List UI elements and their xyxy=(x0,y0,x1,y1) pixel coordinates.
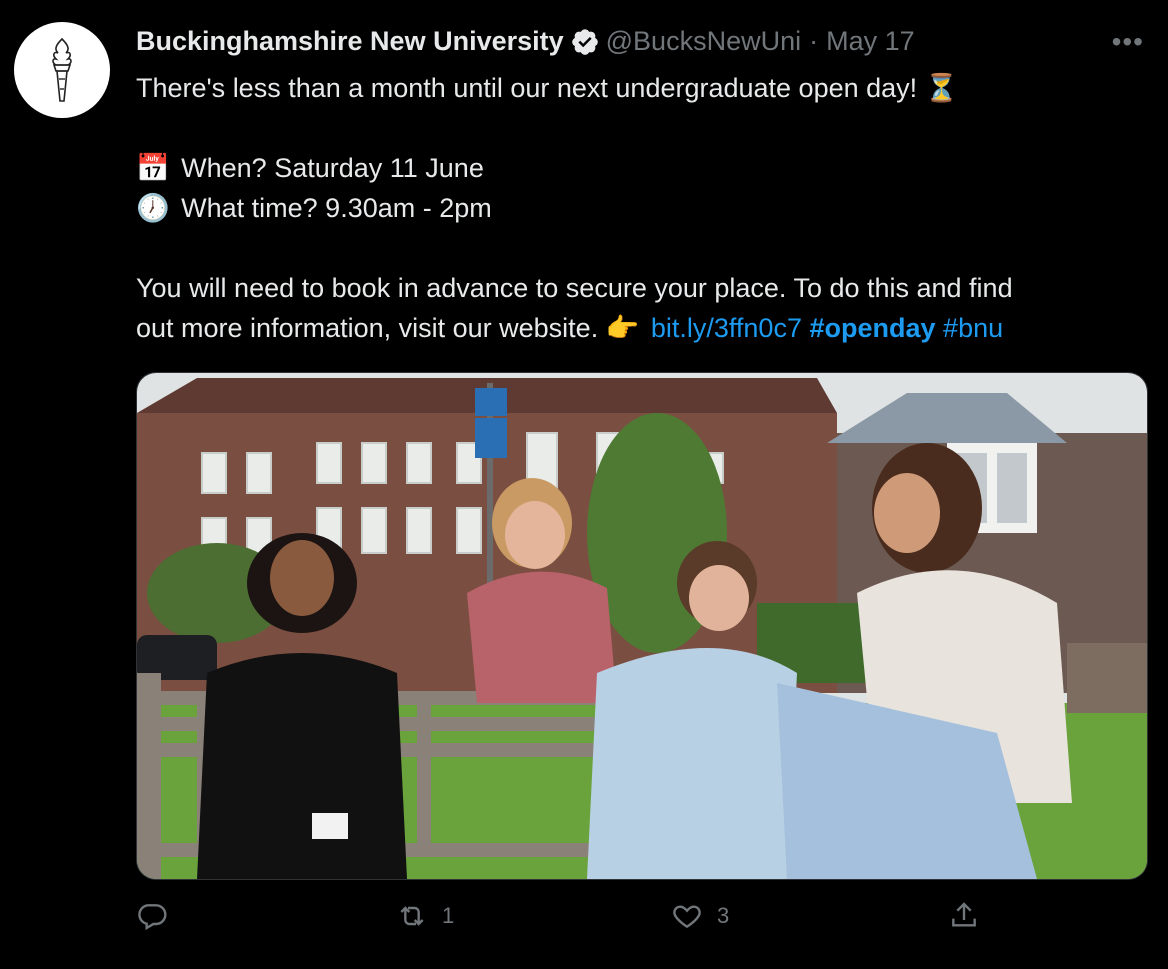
torch-logo-icon xyxy=(52,37,72,102)
hashtag-openday[interactable]: #openday xyxy=(809,313,935,343)
booking-text: You will need to book in advance to secu… xyxy=(136,273,1013,303)
tweet-header: Buckinghamshire New University @BucksNew… xyxy=(136,26,915,57)
retweet-count: 1 xyxy=(442,903,455,928)
header-separator: · xyxy=(809,26,819,56)
website-link[interactable]: bit.ly/3ffn0c7 xyxy=(651,313,802,343)
heart-icon xyxy=(673,905,701,929)
booking-text-continued: out more information, visit our website. xyxy=(136,313,599,343)
intro-text: There's less than a month until our next… xyxy=(136,73,918,103)
tweet: Buckinghamshire New University @BucksNew… xyxy=(0,0,1168,969)
share-button[interactable] xyxy=(948,900,980,932)
avatar[interactable] xyxy=(14,22,110,118)
tweet-text: There's less than a month until our next… xyxy=(136,68,1146,348)
tweet-date[interactable]: May 17 xyxy=(826,26,915,57)
reply-icon xyxy=(138,904,167,931)
when-text: When? Saturday 11 June xyxy=(181,153,484,183)
author-name[interactable]: Buckinghamshire New University xyxy=(136,26,564,57)
photo-scene xyxy=(137,373,1147,879)
text-line: 🕖 What time? 9.30am - 2pm xyxy=(136,188,1146,228)
like-count: 3 xyxy=(717,903,730,928)
text-line: 📅 When? Saturday 11 June xyxy=(136,148,1146,188)
hashtag-bnu[interactable]: #bnu xyxy=(943,313,1003,343)
time-text: What time? 9.30am - 2pm xyxy=(181,193,492,223)
text-line: There's less than a month until our next… xyxy=(136,68,1146,108)
calendar-icon: 📅 xyxy=(136,153,170,183)
like-button[interactable]: 3 xyxy=(671,900,729,932)
share-icon xyxy=(952,902,976,927)
pointing-hand-icon: 👉 xyxy=(605,313,640,343)
tweet-actions: 1 3 xyxy=(136,900,996,948)
text-line: out more information, visit our website.… xyxy=(136,308,1146,348)
text-line: You will need to book in advance to secu… xyxy=(136,268,1146,308)
clock-icon: 🕖 xyxy=(136,193,170,223)
author-handle[interactable]: @BucksNewUni xyxy=(606,26,801,57)
retweet-icon xyxy=(400,906,424,926)
more-options-button[interactable]: ••• xyxy=(1112,26,1144,58)
verified-badge-icon xyxy=(571,28,598,55)
hourglass-icon: ⏳ xyxy=(924,73,959,103)
retweet-button[interactable]: 1 xyxy=(396,900,454,932)
tweet-photo[interactable] xyxy=(136,372,1148,880)
reply-button[interactable] xyxy=(136,900,168,932)
